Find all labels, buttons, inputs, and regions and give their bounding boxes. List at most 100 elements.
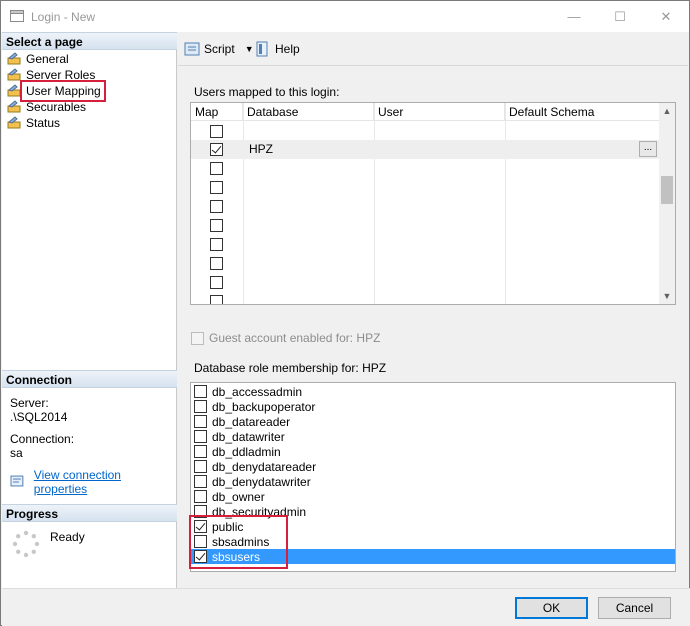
scroll-up-icon[interactable]: ▲: [659, 103, 675, 119]
users-mapped-label: Users mapped to this login:: [194, 85, 340, 99]
map-checkbox[interactable]: [210, 238, 223, 251]
role-checkbox[interactable]: [194, 415, 207, 428]
table-row[interactable]: HPZ ...: [191, 140, 661, 159]
table-row[interactable]: [191, 216, 661, 235]
role-name: db_accessadmin: [212, 384, 303, 399]
select-page-header: Select a page: [2, 32, 177, 50]
role-name: db_ddladmin: [212, 444, 281, 459]
list-item[interactable]: db_datareader: [191, 414, 675, 429]
list-item[interactable]: db_datawriter: [191, 429, 675, 444]
role-checkbox[interactable]: [194, 385, 207, 398]
role-checkbox[interactable]: [194, 400, 207, 413]
user-mapping-highlight: [20, 80, 106, 102]
role-name: db_denydatareader: [212, 459, 317, 474]
column-header-user[interactable]: User: [374, 103, 505, 121]
guest-account-checkbox[interactable]: [191, 332, 204, 345]
title-bar: Login - New — ☐ ✕: [1, 1, 689, 32]
grid-scrollbar[interactable]: ▲ ▼: [659, 103, 675, 304]
table-row[interactable]: [191, 273, 661, 292]
wrench-icon: [7, 116, 21, 129]
roles-highlight: [189, 515, 288, 569]
role-name: db_backupoperator: [212, 399, 316, 414]
help-label: Help: [275, 42, 300, 56]
column-header-default-schema[interactable]: Default Schema: [505, 103, 661, 121]
server-label: Server:: [10, 396, 49, 410]
role-checkbox[interactable]: [194, 430, 207, 443]
map-checkbox[interactable]: [210, 257, 223, 270]
progress-status: Ready: [50, 530, 85, 544]
column-header-database[interactable]: Database: [243, 103, 374, 121]
progress-header: Progress: [2, 504, 177, 522]
ok-button[interactable]: OK: [515, 597, 588, 619]
column-header-map[interactable]: Map: [191, 103, 243, 121]
role-name: db_datareader: [212, 414, 291, 429]
scroll-thumb[interactable]: [661, 176, 673, 204]
map-checkbox[interactable]: [210, 162, 223, 175]
list-item[interactable]: db_accessadmin: [191, 384, 675, 399]
role-membership-label: Database role membership for: HPZ: [194, 361, 387, 375]
users-mapped-grid: Map Database User Default Schema HPZ ...…: [190, 102, 676, 305]
map-checkbox[interactable]: [210, 143, 223, 156]
nav-label: Securables: [26, 100, 87, 114]
list-item[interactable]: db_owner: [191, 489, 675, 504]
connection-value: sa: [10, 446, 23, 460]
table-row[interactable]: [191, 292, 661, 304]
list-item[interactable]: db_denydatareader: [191, 459, 675, 474]
role-checkbox[interactable]: [194, 460, 207, 473]
guest-account-label: Guest account enabled for: HPZ: [209, 331, 381, 345]
map-checkbox[interactable]: [210, 200, 223, 213]
login-dialog: Login - New — ☐ ✕ Select a page General …: [0, 0, 690, 626]
role-name: db_denydatawriter: [212, 474, 311, 489]
list-item[interactable]: db_ddladmin: [191, 444, 675, 459]
connection-header: Connection: [2, 370, 177, 388]
script-label: Script: [204, 42, 235, 56]
map-checkbox[interactable]: [210, 295, 223, 304]
grid-header: Map Database User Default Schema: [191, 103, 661, 121]
left-pane: Select a page General Server Roles User …: [2, 32, 177, 588]
table-row[interactable]: [191, 235, 661, 254]
database-name: HPZ: [249, 142, 273, 156]
wrench-icon: [7, 100, 21, 113]
toolbar: Script ▼ Help: [178, 32, 688, 66]
nav-item-general[interactable]: General: [6, 51, 69, 67]
map-checkbox[interactable]: [210, 219, 223, 232]
map-checkbox[interactable]: [210, 125, 223, 138]
help-button[interactable]: Help: [255, 40, 300, 58]
app-icon: [10, 10, 24, 22]
table-row[interactable]: [191, 178, 661, 197]
window-title: Login - New: [31, 10, 96, 24]
list-item[interactable]: db_backupoperator: [191, 399, 675, 414]
nav-item-status[interactable]: Status: [6, 115, 60, 131]
role-checkbox[interactable]: [194, 445, 207, 458]
list-item[interactable]: db_denydatawriter: [191, 474, 675, 489]
properties-icon: [10, 475, 24, 487]
nav-label: Status: [26, 116, 61, 130]
table-row[interactable]: [191, 254, 661, 273]
button-bar: OK Cancel: [2, 588, 690, 626]
connection-label: Connection:: [10, 432, 75, 446]
map-checkbox[interactable]: [210, 276, 223, 289]
table-row[interactable]: [191, 122, 661, 141]
maximize-button[interactable]: ☐: [597, 1, 643, 32]
chevron-down-icon[interactable]: ▼: [245, 44, 254, 54]
script-icon: [184, 42, 200, 56]
progress-spinner-icon: [12, 530, 40, 558]
scroll-down-icon[interactable]: ▼: [659, 288, 675, 304]
view-connection-properties[interactable]: View connection properties: [10, 468, 176, 496]
role-checkbox[interactable]: [194, 490, 207, 503]
role-name: db_owner: [212, 489, 265, 504]
role-name: db_datawriter: [212, 429, 285, 444]
map-checkbox[interactable]: [210, 181, 223, 194]
table-row[interactable]: [191, 197, 661, 216]
close-button[interactable]: ✕: [643, 1, 689, 32]
role-checkbox[interactable]: [194, 475, 207, 488]
server-value: .\SQL2014: [10, 410, 68, 424]
cancel-button[interactable]: Cancel: [598, 597, 671, 619]
view-connection-link[interactable]: View connection properties: [34, 468, 176, 496]
script-button[interactable]: Script ▼: [184, 40, 254, 58]
wrench-icon: [7, 52, 21, 65]
schema-ellipsis-button[interactable]: ...: [639, 141, 657, 157]
minimize-button[interactable]: —: [551, 1, 597, 32]
nav-label: General: [26, 52, 69, 66]
table-row[interactable]: [191, 159, 661, 178]
